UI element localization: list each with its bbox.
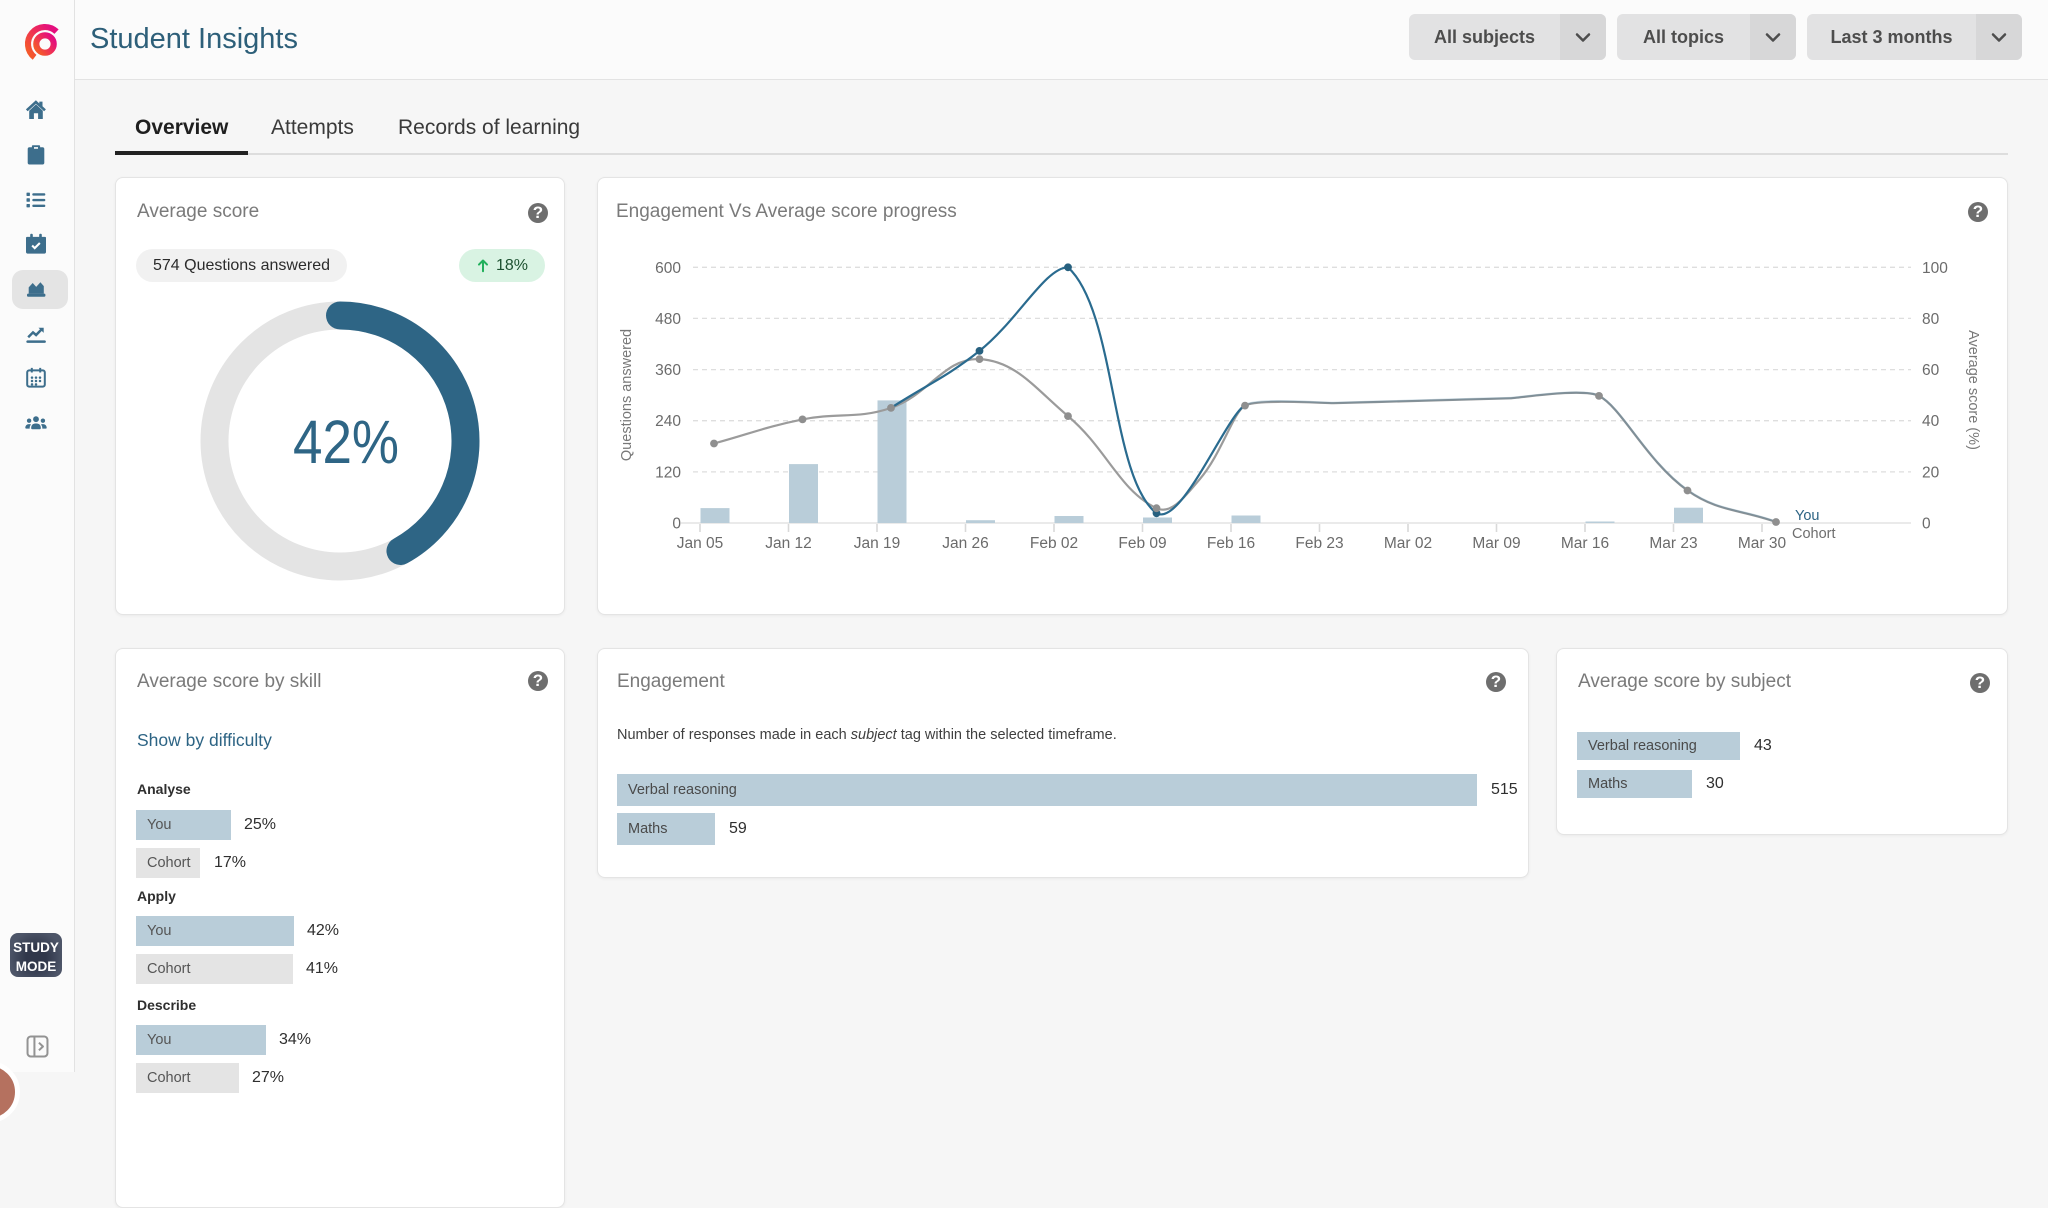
- svg-text:Jan 19: Jan 19: [854, 535, 901, 552]
- svg-text:240: 240: [655, 413, 681, 430]
- svg-text:Questions answered: Questions answered: [619, 329, 635, 461]
- svg-text:Jan 05: Jan 05: [677, 535, 724, 552]
- svg-text:Mar 02: Mar 02: [1384, 535, 1432, 552]
- svg-text:Feb 02: Feb 02: [1030, 535, 1078, 552]
- svg-text:Jan 26: Jan 26: [942, 535, 989, 552]
- svg-text:Jan 12: Jan 12: [765, 535, 812, 552]
- svg-text:Mar 23: Mar 23: [1649, 535, 1697, 552]
- svg-text:360: 360: [655, 362, 681, 379]
- svg-text:40: 40: [1922, 413, 1940, 430]
- svg-text:Feb 23: Feb 23: [1295, 535, 1343, 552]
- svg-text:Cohort: Cohort: [1792, 526, 1836, 542]
- svg-text:0: 0: [1922, 516, 1931, 533]
- svg-text:Mar 30: Mar 30: [1738, 535, 1787, 552]
- svg-text:480: 480: [655, 311, 681, 328]
- svg-text:Feb 16: Feb 16: [1207, 535, 1255, 552]
- svg-text:100: 100: [1922, 260, 1948, 277]
- svg-text:42%: 42%: [293, 408, 399, 477]
- svg-text:120: 120: [655, 464, 681, 481]
- svg-text:20: 20: [1922, 464, 1940, 481]
- svg-text:You: You: [1795, 508, 1819, 524]
- svg-text:600: 600: [655, 260, 681, 277]
- svg-text:0: 0: [672, 516, 681, 533]
- svg-text:80: 80: [1922, 311, 1940, 328]
- svg-text:Average score (%): Average score (%): [1965, 330, 1981, 450]
- svg-text:Mar 16: Mar 16: [1561, 535, 1609, 552]
- svg-text:Feb 09: Feb 09: [1118, 535, 1166, 552]
- svg-text:60: 60: [1922, 362, 1940, 379]
- svg-text:Mar 09: Mar 09: [1472, 535, 1520, 552]
